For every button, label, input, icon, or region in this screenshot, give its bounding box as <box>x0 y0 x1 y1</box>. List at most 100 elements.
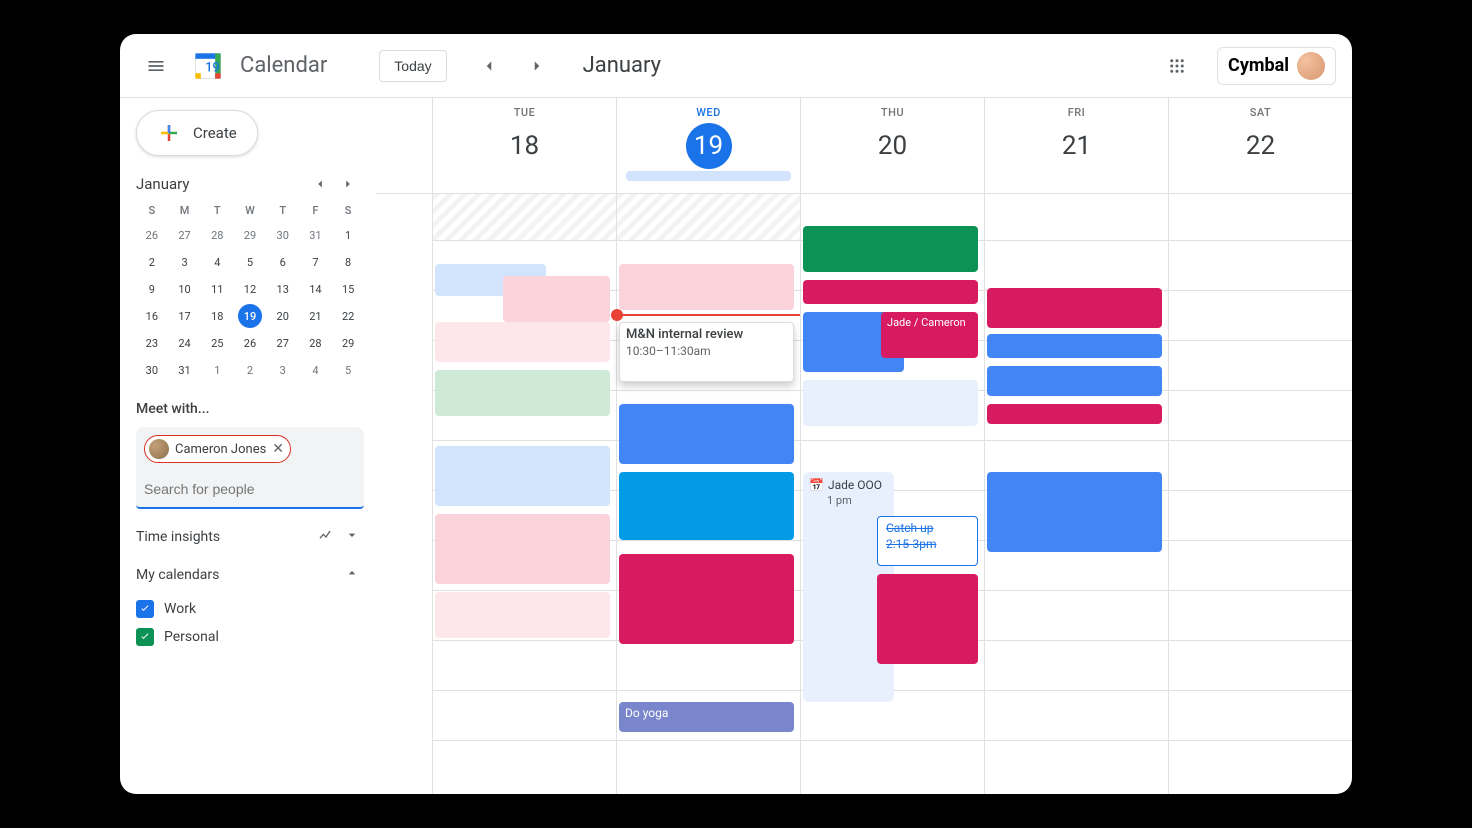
event-block[interactable] <box>803 226 978 272</box>
day-header-thu[interactable]: THU 20 <box>800 98 984 193</box>
mini-day[interactable]: 24 <box>173 331 197 355</box>
mini-day[interactable]: 27 <box>173 223 197 247</box>
event-block[interactable] <box>987 472 1162 552</box>
event-block[interactable] <box>877 574 978 664</box>
mini-day[interactable]: 16 <box>140 304 164 328</box>
event-yoga[interactable]: Do yoga <box>619 702 794 732</box>
mini-next-button[interactable] <box>336 172 360 196</box>
mini-day[interactable]: 28 <box>205 223 229 247</box>
mini-day[interactable]: 9 <box>140 277 164 301</box>
mini-day[interactable]: 15 <box>336 277 360 301</box>
checkbox-icon[interactable] <box>136 600 154 618</box>
event-block[interactable] <box>503 276 610 322</box>
mini-day[interactable]: 21 <box>303 304 327 328</box>
mini-day[interactable]: 27 <box>271 331 295 355</box>
mini-day[interactable]: 2 <box>140 250 164 274</box>
mini-day[interactable]: 2 <box>238 358 262 382</box>
mini-day[interactable]: 29 <box>336 331 360 355</box>
menu-icon[interactable] <box>136 46 176 86</box>
main-grid: TUE 18 WED 19 THU 20 FRI 21 SAT <box>376 98 1352 794</box>
mini-day[interactable]: 31 <box>303 223 327 247</box>
next-period-button[interactable] <box>519 48 555 84</box>
calendar-personal[interactable]: Personal <box>136 623 376 651</box>
day-header-sat[interactable]: SAT 22 <box>1168 98 1352 193</box>
mini-day[interactable]: 10 <box>173 277 197 301</box>
event-block[interactable] <box>619 472 794 540</box>
event-jade-cameron[interactable]: Jade / Cameron <box>881 312 978 358</box>
day-header-tue[interactable]: TUE 18 <box>432 98 616 193</box>
mini-day[interactable]: 11 <box>205 277 229 301</box>
mini-day[interactable]: 22 <box>336 304 360 328</box>
mini-day[interactable]: 3 <box>173 250 197 274</box>
event-block[interactable] <box>435 446 610 506</box>
mini-day[interactable]: 6 <box>271 250 295 274</box>
prev-period-button[interactable] <box>471 48 507 84</box>
checkbox-icon[interactable] <box>136 628 154 646</box>
mini-day[interactable]: 20 <box>271 304 295 328</box>
day-column-thu[interactable]: Jade / Cameron 📅 Jade OOO 1 pm Catch up … <box>800 194 984 794</box>
allday-event[interactable] <box>626 171 791 181</box>
people-chip[interactable]: Cameron Jones ✕ <box>144 435 291 463</box>
mini-day[interactable]: 1 <box>336 223 360 247</box>
chip-remove-icon[interactable]: ✕ <box>272 441 284 457</box>
event-block[interactable] <box>619 404 794 464</box>
mini-day[interactable]: 18 <box>205 304 229 328</box>
apps-grid-icon[interactable] <box>1157 46 1197 86</box>
mini-day[interactable]: 26 <box>238 331 262 355</box>
mini-day[interactable]: 3 <box>271 358 295 382</box>
mini-day[interactable]: 4 <box>303 358 327 382</box>
time-insights-row[interactable]: Time insights <box>136 527 376 547</box>
mini-day[interactable]: 17 <box>173 304 197 328</box>
mini-day[interactable]: 1 <box>205 358 229 382</box>
mini-day[interactable]: 12 <box>238 277 262 301</box>
mini-day[interactable]: 14 <box>303 277 327 301</box>
event-block[interactable] <box>987 366 1162 396</box>
day-column-tue[interactable] <box>432 194 616 794</box>
calendar-label: Personal <box>164 629 219 645</box>
day-column-sat[interactable] <box>1168 194 1352 794</box>
event-catchup[interactable]: Catch up 2:15-3pm <box>877 516 978 566</box>
create-button[interactable]: Create <box>136 110 258 156</box>
sidebar: Create January SMTWTFS262728293031123456… <box>120 98 376 794</box>
day-column-fri[interactable] <box>984 194 1168 794</box>
event-block[interactable] <box>803 380 978 426</box>
day-header-fri[interactable]: FRI 21 <box>984 98 1168 193</box>
event-block[interactable] <box>987 334 1162 358</box>
mini-day[interactable]: 5 <box>238 250 262 274</box>
mini-day[interactable]: 4 <box>205 250 229 274</box>
day-column-wed[interactable]: M&N internal review 10:30–11:30am Do yog… <box>616 194 800 794</box>
event-block[interactable] <box>619 554 794 644</box>
mini-day[interactable]: 30 <box>271 223 295 247</box>
today-button[interactable]: Today <box>379 50 446 82</box>
search-people-input[interactable] <box>136 471 364 509</box>
org-switcher[interactable]: Cymbal <box>1217 47 1336 85</box>
mini-day[interactable]: 8 <box>336 250 360 274</box>
time-grid[interactable]: M&N internal review 10:30–11:30am Do yog… <box>376 194 1352 794</box>
calendar-work[interactable]: Work <box>136 595 376 623</box>
mini-day[interactable]: 13 <box>271 277 295 301</box>
day-header-wed[interactable]: WED 19 <box>616 98 800 193</box>
mini-day[interactable]: 29 <box>238 223 262 247</box>
my-calendars-row[interactable]: My calendars <box>136 565 376 585</box>
event-block[interactable] <box>435 370 610 416</box>
mini-prev-button[interactable] <box>308 172 332 196</box>
mini-day[interactable]: 19 <box>238 304 262 328</box>
mini-day[interactable]: 25 <box>205 331 229 355</box>
user-avatar[interactable] <box>1297 52 1325 80</box>
event-block[interactable] <box>803 280 978 304</box>
mini-day[interactable]: 28 <box>303 331 327 355</box>
event-block[interactable] <box>435 322 610 362</box>
event-block[interactable] <box>619 264 794 310</box>
mini-day[interactable]: 26 <box>140 223 164 247</box>
mini-day[interactable]: 30 <box>140 358 164 382</box>
mini-day[interactable]: 23 <box>140 331 164 355</box>
new-event-popover[interactable]: M&N internal review 10:30–11:30am <box>619 322 794 382</box>
event-block[interactable] <box>987 288 1162 328</box>
mini-day[interactable]: 7 <box>303 250 327 274</box>
event-block[interactable] <box>435 592 610 638</box>
event-block[interactable] <box>987 404 1162 424</box>
mini-day[interactable]: 5 <box>336 358 360 382</box>
mini-day[interactable]: 31 <box>173 358 197 382</box>
mini-month-label: January <box>136 175 189 193</box>
event-block[interactable] <box>435 514 610 584</box>
